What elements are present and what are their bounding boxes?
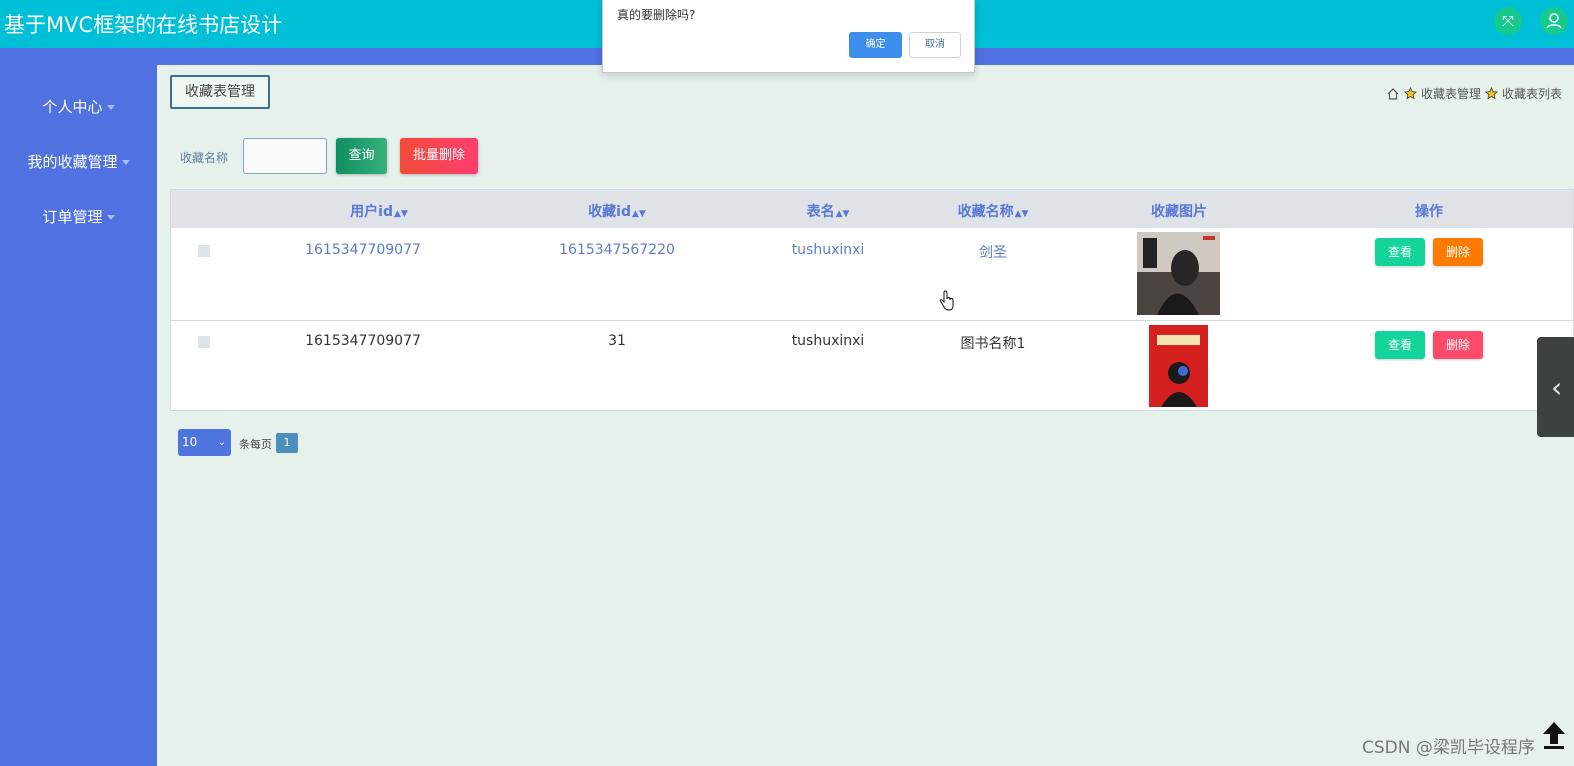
search-label: 收藏名称 [180,151,229,165]
book-cover-image [1149,325,1208,407]
delete-button[interactable]: 删除 [1433,331,1483,359]
caret-down-icon [106,105,115,110]
sidebar-item-personal-center[interactable]: 个人中心 [0,96,157,117]
page-button-current[interactable]: 1 [276,433,298,453]
chevron-down-icon: ⌄ [217,437,226,448]
delete-button[interactable]: 删除 [1433,238,1483,266]
sort-icon: ▲▼ [835,209,850,219]
hand-cursor-icon [938,290,956,316]
sort-icon: ▲▼ [393,209,408,219]
cell-fav-id: 31 [608,333,626,349]
column-header-user-id[interactable]: 用户id▲▼ [350,201,408,221]
chevron-left-icon: ‹ [1551,371,1563,404]
sort-icon: ▲▼ [631,209,646,219]
back-to-top-icon[interactable] [1541,720,1567,754]
confirm-dialog: 真的要删除吗? 确定 取消 [602,0,975,73]
favorites-table: 用户id▲▼ 收藏id▲▼ 表名▲▼ 收藏名称▲▼ 收藏图片 操作 161534… [170,189,1574,411]
expand-icon[interactable]: ⤧ [1494,7,1522,35]
confirm-ok-button[interactable]: 确定 [849,32,902,58]
cell-table-name: tushuxinxi [791,333,865,349]
breadcrumb-item: 收藏表列表 [1501,87,1562,101]
column-header-fav-image: 收藏图片 [1151,204,1207,220]
caret-down-icon [121,160,130,165]
user-icon[interactable] [1540,7,1568,35]
view-button[interactable]: 查看 [1375,238,1425,266]
table-row: 1615347709077 31 tushuxinxi 图书名称1 查看 删除 [171,321,1573,413]
cell-user-id: 1615347709077 [305,242,421,258]
sidebar-item-label: 订单管理 [42,208,103,226]
dialog-message: 真的要删除吗? [617,8,696,22]
sidebar-item-label: 我的收藏管理 [27,153,118,171]
page-size-select[interactable]: 10 ⌄ [178,429,231,456]
batch-delete-button[interactable]: 批量删除 [400,138,478,174]
breadcrumb-item[interactable]: 收藏表管理 [1421,85,1481,102]
breadcrumb: 收藏表管理 收藏表列表 [1386,85,1562,102]
select-all-checkbox[interactable] [198,203,210,215]
cell-table-name: tushuxinxi [791,242,865,258]
search-input[interactable] [243,138,327,174]
watermark: CSDN @梁凯毕设程序 [1362,738,1535,758]
confirm-cancel-button[interactable]: 取消 [909,32,961,58]
book-cover-image [1137,232,1220,315]
per-page-label: 条每页 [239,438,272,451]
column-header-fav-name[interactable]: 收藏名称▲▼ [958,201,1029,221]
page-size-value: 10 [182,435,198,449]
column-header-actions: 操作 [1415,204,1443,220]
query-button[interactable]: 查询 [336,138,387,174]
column-header-table-name[interactable]: 表名▲▼ [807,201,850,221]
table-row: 1615347709077 1615347567220 tushuxinxi 剑… [171,228,1573,321]
sort-icon: ▲▼ [1014,209,1029,219]
cell-user-id: 1615347709077 [305,333,421,349]
side-collapse-tab[interactable]: ‹ [1537,337,1574,437]
star-icon [1404,87,1417,100]
view-button[interactable]: 查看 [1375,331,1425,359]
home-icon[interactable] [1386,87,1400,101]
sidebar-item-my-favorites[interactable]: 我的收藏管理 [0,151,157,172]
sidebar-item-label: 个人中心 [42,98,103,116]
table-header: 用户id▲▼ 收藏id▲▼ 表名▲▼ 收藏名称▲▼ 收藏图片 操作 [171,190,1573,228]
star-icon [1485,87,1498,100]
row-checkbox[interactable] [198,245,210,257]
cell-fav-name: 剑圣 [979,245,1007,261]
sidebar-item-orders[interactable]: 订单管理 [0,206,157,227]
row-checkbox[interactable] [198,336,210,348]
column-header-fav-id[interactable]: 收藏id▲▼ [588,201,646,221]
app-title: 基于MVC框架的在线书店设计 [4,13,283,37]
caret-down-icon [106,215,115,220]
cell-fav-id: 1615347567220 [559,242,675,258]
sidebar: 个人中心 我的收藏管理 订单管理 [0,48,157,766]
page-title: 收藏表管理 [170,75,270,109]
cell-fav-name: 图书名称1 [960,336,1026,352]
